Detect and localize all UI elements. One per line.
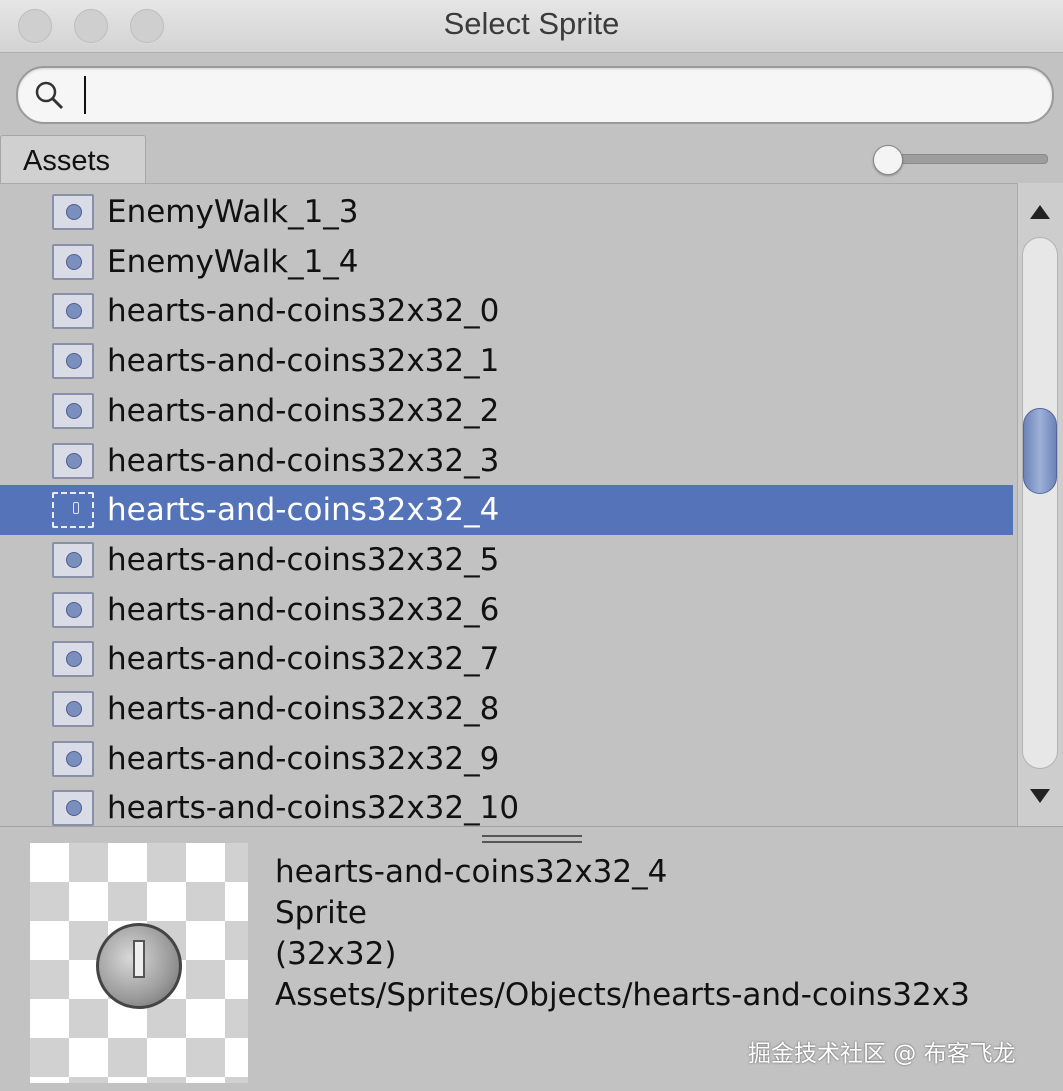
tab-assets[interactable]: Assets	[0, 135, 146, 183]
list-item[interactable]: hearts-and-coins32x32_1	[0, 336, 1013, 386]
sprite-preview	[30, 843, 248, 1083]
scroll-track[interactable]	[1022, 237, 1058, 769]
list-item[interactable]: hearts-and-coins32x32_7	[0, 634, 1013, 684]
list-item-label: hearts-and-coins32x32_10	[107, 790, 520, 827]
list-item-label: EnemyWalk_1_3	[107, 194, 359, 230]
size-slider-track[interactable]	[888, 154, 1048, 164]
sprite-icon	[52, 343, 94, 380]
search-input[interactable]	[84, 76, 1030, 114]
sprite-icon	[52, 243, 94, 280]
list-item[interactable]: EnemyWalk_1_3	[0, 187, 1013, 237]
sprite-info: hearts-and-coins32x32_4 Sprite (32x32) A…	[275, 852, 1040, 1016]
scrollbar[interactable]	[1017, 183, 1063, 826]
scroll-down-arrow-icon[interactable]	[1030, 789, 1050, 803]
scroll-up-arrow-icon[interactable]	[1030, 205, 1050, 219]
sprite-icon	[52, 392, 94, 429]
list-item[interactable]: hearts-and-coins32x32_3	[0, 436, 1013, 486]
list-item[interactable]: hearts-and-coins32x32_5	[0, 535, 1013, 585]
sprite-icon	[52, 740, 94, 777]
sprite-icon	[52, 691, 94, 727]
scroll-thumb[interactable]	[1023, 408, 1057, 494]
sprite-icon	[52, 790, 94, 827]
list-item[interactable]: hearts-and-coins32x32_2	[0, 386, 1013, 436]
watermark: 掘金技术社区 @ 布客飞龙	[748, 1041, 1016, 1067]
title-bar: Select Sprite	[0, 0, 1063, 53]
window-title: Select Sprite	[443, 6, 620, 41]
sprite-icon	[52, 492, 94, 529]
sprite-icon	[52, 541, 94, 578]
list-item[interactable]: hearts-and-coins32x32_4	[0, 485, 1013, 536]
sprite-icon	[52, 293, 94, 330]
list-item-label: EnemyWalk_1_4	[107, 243, 359, 280]
list-item-label: hearts-and-coins32x32_6	[107, 591, 500, 628]
sprite-name: hearts-and-coins32x32_4	[275, 854, 668, 890]
search-bar	[0, 53, 1063, 135]
list-item-label: hearts-and-coins32x32_3	[107, 442, 500, 479]
size-slider-thumb[interactable]	[873, 145, 903, 175]
sprite-list: EnemyWalk_1_3 EnemyWalk_1_4 hearts-and-coi…	[0, 183, 1017, 827]
sprite-icon	[52, 442, 94, 479]
coin-sprite-icon	[96, 923, 182, 1009]
sprite-type: Sprite	[275, 895, 367, 931]
list-item[interactable]: EnemyWalk_1_4	[0, 237, 1013, 287]
list-item[interactable]: hearts-and-coins32x32_6	[0, 585, 1013, 635]
list-item-label: hearts-and-coins32x32_4	[107, 492, 500, 529]
splitter-grip-icon	[482, 835, 582, 837]
sprite-path: Assets/Sprites/Objects/hearts-and-coins3…	[275, 977, 970, 1013]
sprite-size: (32x32)	[275, 936, 397, 972]
list-item[interactable]: hearts-and-coins32x32_10	[0, 783, 1013, 827]
sprite-icon	[52, 641, 94, 678]
list-item-label: hearts-and-coins32x32_7	[107, 641, 500, 678]
list-item-label: hearts-and-coins32x32_5	[107, 541, 500, 578]
list-item-label: hearts-and-coins32x32_2	[107, 392, 500, 429]
search-field[interactable]	[16, 66, 1054, 124]
list-item-label: hearts-and-coins32x32_0	[107, 293, 500, 330]
list-item[interactable]: hearts-and-coins32x32_0	[0, 286, 1013, 336]
list-item[interactable]: hearts-and-coins32x32_9	[0, 734, 1013, 784]
list-item-label: hearts-and-coins32x32_1	[107, 343, 500, 380]
sprite-icon	[52, 194, 94, 230]
list-item-label: hearts-and-coins32x32_8	[107, 691, 500, 727]
list-item-label: hearts-and-coins32x32_9	[107, 740, 500, 777]
list-item[interactable]: hearts-and-coins32x32_8	[0, 684, 1013, 734]
sprite-icon	[52, 591, 94, 628]
search-icon	[35, 81, 64, 110]
